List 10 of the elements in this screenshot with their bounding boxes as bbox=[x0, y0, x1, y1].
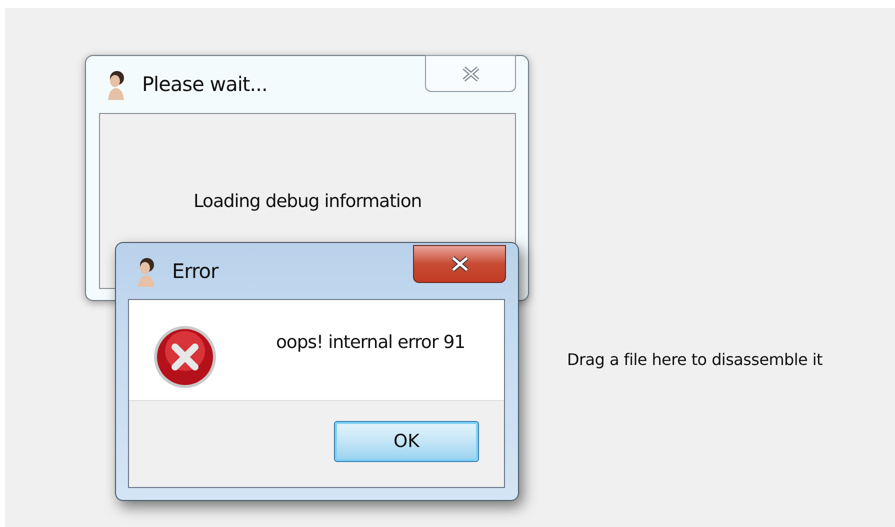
drop-hint: Drag a file here to disassemble it bbox=[567, 349, 822, 371]
window-title: Error bbox=[172, 258, 218, 285]
close-icon bbox=[450, 256, 470, 272]
status-message: Loading debug information bbox=[193, 190, 422, 214]
close-icon bbox=[460, 66, 480, 82]
window-title: Please wait... bbox=[142, 71, 268, 98]
error-message: oops! internal error 91 bbox=[276, 331, 465, 355]
close-button[interactable] bbox=[413, 245, 506, 283]
ok-button[interactable]: OK bbox=[334, 421, 479, 462]
error-icon bbox=[153, 325, 217, 389]
